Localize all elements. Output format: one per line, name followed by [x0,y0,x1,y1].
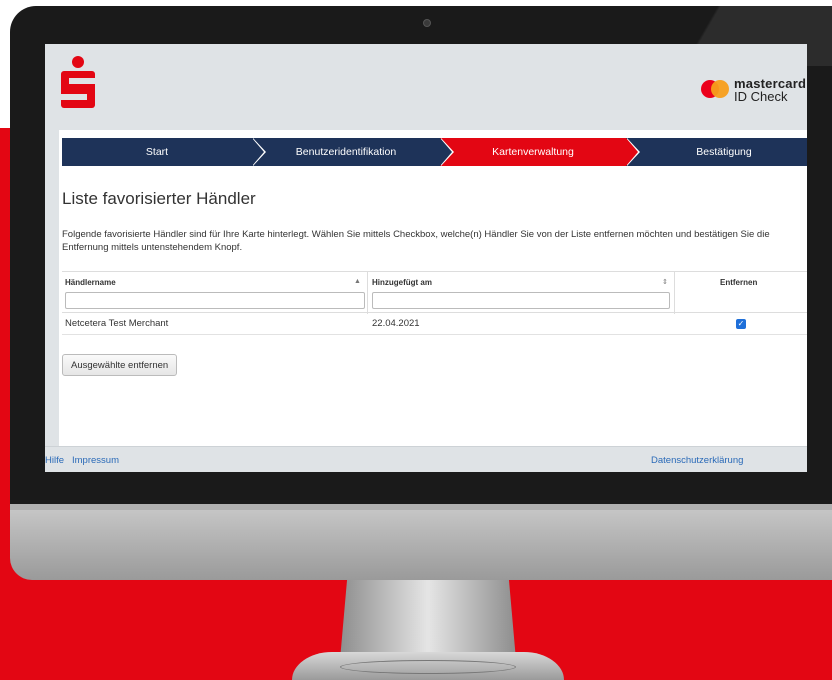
imprint-link[interactable]: Impressum [72,455,119,466]
privacy-link[interactable]: Datenschutzerklärung [651,455,743,466]
column-header-merchant-name[interactable]: Händlername [65,278,116,287]
stage: mastercard ID Check Start Benutzeridenti… [0,0,832,680]
table-row: Netcetera Test Merchant 22.04.2021 ✓ [62,313,807,335]
merchant-name-filter-input[interactable] [65,292,365,309]
table-header: Händlername ▲ Hinzugefügt am ⇕ Entfernen [62,271,807,314]
step-arrow-icon [252,138,264,166]
added-on-cell: 22.04.2021 [372,318,420,329]
screen: mastercard ID Check Start Benutzeridenti… [45,44,807,472]
step-label: Kartenverwaltung [492,146,574,158]
monitor-chin [10,504,832,580]
monitor-chin-edge [10,504,832,510]
step-start: Start [62,138,266,166]
step-label: Benutzeridentifikation [295,146,397,158]
merchant-table: Händlername ▲ Hinzugefügt am ⇕ Entfernen… [62,271,807,335]
footer: Hilfe Impressum Datenschutzerklärung [45,446,807,472]
step-confirmation: Bestätigung [626,138,807,166]
step-label: Bestätigung [696,146,752,158]
sparkasse-logo-icon [61,56,95,108]
remove-selected-button[interactable]: Ausgewählte entfernen [62,354,178,376]
help-link[interactable]: Hilfe [45,455,64,466]
monitor-stand-ring [340,660,516,674]
progress-stepper: Start Benutzeridentifikation Kartenverwa… [62,138,807,166]
remove-checkbox[interactable]: ✓ [736,319,746,329]
added-on-filter-input[interactable] [372,292,670,309]
webcam-icon [423,19,431,27]
monitor-stand-neck [340,580,516,660]
sort-asc-icon[interactable]: ▲ [354,278,361,285]
merchant-name-cell: Netcetera Test Merchant [65,318,169,329]
page-description: Folgende favorisierte Händler sind für I… [62,229,770,253]
step-user-identification: Benutzeridentifikation [252,138,454,166]
header-bar: mastercard ID Check [45,44,807,130]
main-content: Start Benutzeridentifikation Kartenverwa… [59,130,807,446]
mastercard-id-check-logo: mastercard ID Check [701,76,807,106]
step-label: Start [145,146,169,158]
brand-subtitle: ID Check [734,89,788,104]
column-header-remove: Entfernen [720,278,758,287]
column-header-added-on[interactable]: Hinzugefügt am [372,278,432,287]
mastercard-orange-circle-icon [711,80,729,98]
step-arrow-icon [626,138,638,166]
step-card-management: Kartenverwaltung [440,138,640,166]
logo-dot [72,56,84,68]
logo-s-shape [61,71,95,108]
sort-both-icon[interactable]: ⇕ [662,278,668,286]
page-title: Liste favorisierter Händler [62,189,256,208]
step-arrow-icon [440,138,452,166]
